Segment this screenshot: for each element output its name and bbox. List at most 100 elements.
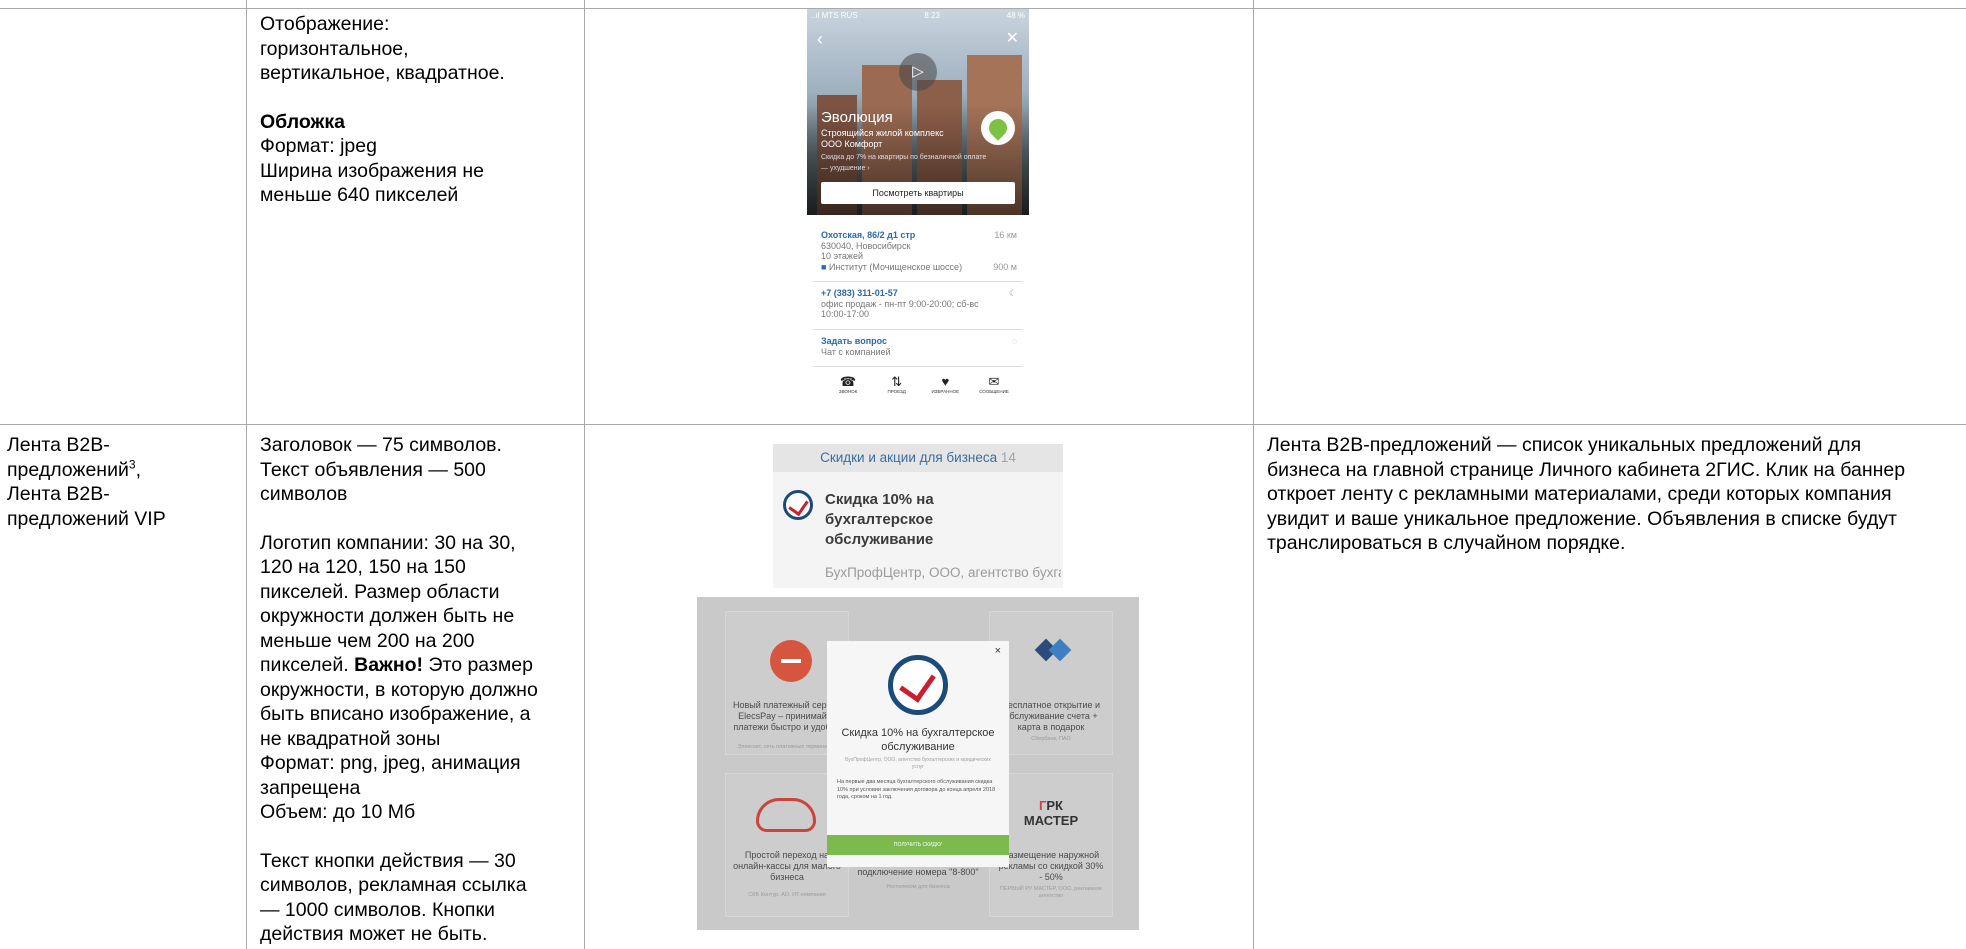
- ask-question-link[interactable]: Задать вопрос: [821, 336, 1017, 347]
- req-line: пикселей. Важно! Это размер: [260, 654, 533, 676]
- table-column-divider: [1253, 0, 1254, 949]
- office-hours: офис продаж - пн-пт 9:00-20:00; сб-вс: [821, 298, 979, 309]
- ask-subtitle: Чат с компанией: [821, 346, 891, 357]
- req-line: Заголовок — 75 символов.: [260, 434, 502, 456]
- row1-line: Ширина изображения не: [260, 159, 484, 182]
- cover-heading: Обложка: [260, 110, 345, 133]
- row1-line: Отображение:: [260, 13, 390, 35]
- table-row-divider: [0, 424, 1966, 425]
- description-line: бизнеса на главной странице Личного каби…: [1267, 458, 1906, 481]
- row1-line: вертикальное, квадратное.: [260, 62, 505, 84]
- req-line: Текст кнопки действия — 30: [260, 849, 516, 872]
- tab-message[interactable]: ✉ СООБЩЕНИЕ: [977, 375, 1011, 395]
- description-line: транслироваться в случайном порядке.: [1267, 532, 1626, 554]
- offer-count: 14: [1000, 450, 1016, 465]
- offer-card-partial[interactable]: подключение номера "8-800" Ростелеком дл…: [827, 867, 1009, 891]
- play-icon[interactable]: ▷: [899, 53, 937, 91]
- row2-name-cell: Лента B2B- предложений3, Лента B2B- пред…: [7, 433, 243, 531]
- status-bar: ..ıl MTS RUS 8:23 48 %: [811, 11, 1025, 20]
- row1-line: Формат: jpeg: [260, 135, 377, 157]
- ad-format-name: Лента B2B-: [7, 434, 110, 456]
- project-promo: Скидка до 7% на квартиры по безналичной …: [821, 154, 987, 161]
- ad-format-name: предложений VIP: [7, 507, 166, 530]
- view-apartments-button[interactable]: Посмотреть квартиры: [821, 182, 1015, 204]
- phone-link[interactable]: +7 (383) 311-01-57: [821, 288, 1017, 299]
- sberbank-logo-icon: [1038, 638, 1072, 666]
- address-distance: 16 км: [994, 230, 1017, 240]
- call-icon[interactable]: ☾: [1009, 288, 1017, 299]
- address-link[interactable]: Охотская, 86/2 д1 стр: [821, 230, 1017, 241]
- req-line: Текст объявления — 500: [260, 458, 486, 481]
- req-line: запрещена: [260, 776, 361, 799]
- b2b-feed-screenshot: Новый платежный сервис ElecsPay – приним…: [697, 597, 1139, 930]
- description-line: Лента B2B-предложений — список уникальны…: [1267, 434, 1862, 456]
- row2-requirements-cell: Заголовок — 75 символов. Текст объявлени…: [260, 433, 582, 947]
- cloud-icon: [756, 798, 816, 832]
- banner-header: Скидки и акции для бизнеса 14: [773, 444, 1063, 472]
- message-icon: ✉: [988, 374, 1000, 389]
- elecspay-logo-icon: [770, 640, 812, 682]
- address-city: 630040, Новосибирск: [821, 240, 911, 251]
- row2-description-cell: Лента B2B-предложений — список уникальны…: [1267, 433, 1966, 556]
- req-line: быть вписано изображение, а: [260, 703, 531, 725]
- ad-format-name: предложений3,: [7, 457, 141, 481]
- heart-icon: ♥: [941, 374, 950, 389]
- req-line: символов: [260, 483, 348, 505]
- offer-modal: × Скидка 10% на бухгалтерское обслуживан…: [827, 641, 1009, 867]
- back-icon[interactable]: ‹: [817, 29, 823, 49]
- phone-screenshot: ..ıl MTS RUS 8:23 48 % ‹ ✕ ▷ Эволюция Ст…: [807, 9, 1029, 405]
- tab-route[interactable]: ⇅ ПРОЕЗД: [880, 375, 914, 395]
- req-line: меньше чем 200 на 200: [260, 629, 475, 652]
- modal-title: Скидка 10% на бухгалтерское обслуживание: [841, 727, 995, 753]
- transit-stop: ■ Институт (Мочищенское шоссе) 900 м: [821, 261, 1017, 272]
- project-title: Эволюция: [821, 109, 893, 126]
- row1-line: меньше 640 пикселей: [260, 184, 459, 206]
- description-line: увидит и ваше уникальное предложение. Об…: [1267, 507, 1897, 530]
- offer-title: Скидка 10% на бухгалтерское обслуживание: [825, 491, 934, 548]
- close-icon[interactable]: ✕: [1006, 29, 1019, 49]
- phone-tab-bar: ☎ ЗВОНОК ⇅ ПРОЕЗД ♥ ИЗБРАННОЕ ✉ СООБЩЕНИЕ: [831, 375, 1011, 395]
- office-hours: 10:00-17:00: [821, 309, 870, 319]
- close-icon[interactable]: ×: [995, 645, 1001, 657]
- offer-company: БухПрофЦентр, ООО, агентство бухгалтерск…: [825, 565, 1061, 580]
- modal-company: БухПрофЦентр, ООО, агентство бухгалтерск…: [845, 757, 991, 770]
- ask-section: Задать вопрос ◌ Чат с компанией: [821, 336, 1017, 357]
- tab-call[interactable]: ☎ ЗВОНОК: [831, 375, 865, 395]
- project-subtitle: Строящийся жилой комплекс: [821, 128, 944, 138]
- address-floors: 10 этажей: [821, 251, 863, 261]
- tab-favorites[interactable]: ♥ ИЗБРАННОЕ: [928, 375, 962, 395]
- row1-requirements-cell: Отображение: горизонтальное, вертикально…: [260, 12, 580, 208]
- req-line: символов, рекламная ссылка: [260, 874, 527, 896]
- req-line: Формат: png, jpeg, анимация: [260, 752, 521, 774]
- stop-distance: 900 м: [993, 261, 1017, 272]
- table-column-divider: [246, 0, 247, 949]
- description-line: откроет ленту с рекламными материалами, …: [1267, 483, 1892, 505]
- bus-icon: ■: [821, 261, 827, 272]
- address-section: Охотская, 86/2 д1 стр 16 км 630040, Ново…: [821, 230, 1017, 272]
- req-line: окружности, в которую должно: [260, 678, 538, 701]
- chat-icon[interactable]: ◌: [1012, 336, 1017, 347]
- req-line: действия может не быть.: [260, 923, 488, 945]
- req-line: — 1000 символов. Кнопки: [260, 898, 495, 921]
- important-label: Важно!: [354, 654, 424, 676]
- req-line: Объем: до 10 Мб: [260, 801, 416, 823]
- phone-icon: ☎: [839, 374, 857, 389]
- route-icon: ⇅: [891, 374, 903, 389]
- company-logo-icon: [783, 490, 813, 520]
- req-line: окружности должен быть не: [260, 605, 515, 627]
- footnote-ref: 3: [128, 457, 136, 471]
- req-line: не квадратной зоны: [260, 727, 441, 750]
- b2b-banner[interactable]: Скидки и акции для бизнеса 14 Скидка 10%…: [773, 444, 1063, 588]
- company-logo-icon: [888, 655, 948, 715]
- promo-more-link[interactable]: — ухудшение ›: [821, 163, 870, 174]
- table-column-divider: [584, 0, 585, 949]
- get-discount-button[interactable]: ПОЛУЧИТЬ СКИДКУ: [827, 835, 1009, 855]
- project-company: ООО Комфорт: [821, 139, 883, 149]
- req-line: Логотип компании: 30 на 30,: [260, 531, 516, 554]
- modal-body: На первые два месяца бухгалтерского обсл…: [837, 779, 996, 800]
- ad-format-name: Лента B2B-: [7, 483, 110, 505]
- req-line: пикселей. Размер области: [260, 580, 500, 603]
- phone-section: +7 (383) 311-01-57 ☾ офис продаж - пн-пт…: [821, 288, 1017, 320]
- company-logo-icon: [981, 111, 1015, 145]
- row1-line: горизонтальное,: [260, 37, 409, 60]
